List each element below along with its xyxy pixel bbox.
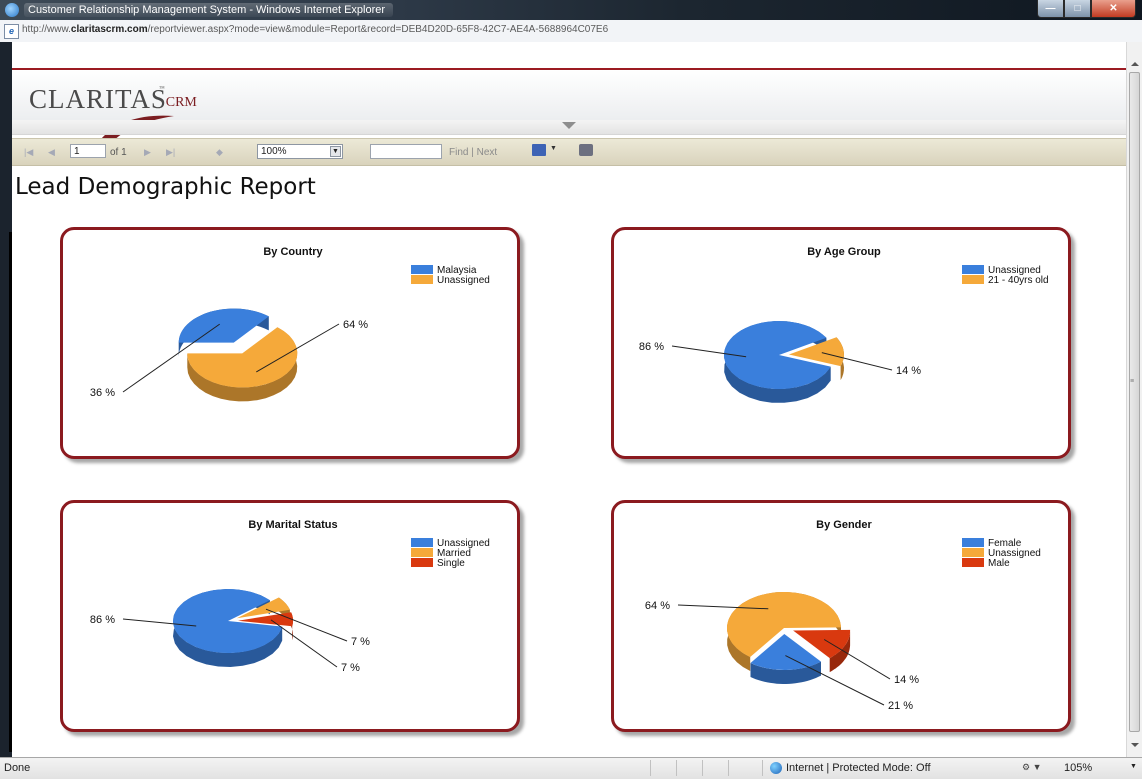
scroll-up-icon[interactable] xyxy=(1131,62,1139,66)
chart-svg-1: By Age GroupUnassigned21 - 40yrs old86 %… xyxy=(639,246,1049,403)
slice-label: 7 % xyxy=(351,636,370,648)
last-page-icon[interactable]: ▶| xyxy=(166,147,175,158)
leader-line xyxy=(270,619,338,668)
status-text: Done xyxy=(4,762,31,774)
legend-swatch xyxy=(962,538,984,547)
logo-tm: ™ xyxy=(158,86,166,92)
chart-title: By Age Group xyxy=(807,246,881,258)
slice-label: 86 % xyxy=(90,614,115,626)
page-content: CLARITAS™CRM |◀ ◀ 1 of 1 ▶ ▶| ◆ 100% ▼ Fi… xyxy=(12,42,1126,757)
close-button[interactable]: ✕ xyxy=(1091,0,1136,18)
slice-label: 86 % xyxy=(639,341,664,353)
protected-mode-icon[interactable]: ⚙ ▼ xyxy=(1022,762,1041,773)
scroll-down-icon[interactable] xyxy=(1131,743,1139,747)
scroll-grip-icon: ≡ xyxy=(1130,378,1135,385)
legend-swatch xyxy=(411,538,433,547)
find-separator: | xyxy=(471,147,474,158)
slice-label: 14 % xyxy=(896,365,921,377)
chart-by-marital-status: By Marital Status Unassigned Married Single… xyxy=(60,500,520,732)
slice-label: 21 % xyxy=(888,700,913,712)
legend-swatch xyxy=(411,558,433,567)
chart-by-gender: By Gender Female Unassigned Male 21 % 64 % 14 … xyxy=(611,500,1071,732)
slice-label: 36 % xyxy=(90,387,115,399)
back-to-parent-icon[interactable]: ◆ xyxy=(216,147,223,158)
slice-label: 64 % xyxy=(645,600,670,612)
chart-svg-2: By Marital StatusUnassignedMarriedSingle… xyxy=(90,519,490,674)
zoom-level-dropdown-icon[interactable]: ▼ xyxy=(1130,763,1137,770)
legend-swatch xyxy=(962,558,984,567)
zoom-dropdown-icon[interactable]: ▼ xyxy=(330,146,341,157)
vertical-scrollbar[interactable]: ≡ xyxy=(1126,42,1142,757)
ie-icon xyxy=(5,3,19,17)
next-page-icon[interactable]: ▶ xyxy=(144,147,151,158)
report-toolbar: |◀ ◀ 1 of 1 ▶ ▶| ◆ 100% ▼ Find | Next ▼ xyxy=(12,138,1126,166)
zoom-select[interactable]: 100% ▼ xyxy=(257,144,343,159)
export-icon[interactable] xyxy=(532,144,546,156)
minimize-button[interactable]: — xyxy=(1037,0,1064,18)
chart-svg-0: By CountryMalaysiaUnassigned36 %64 % xyxy=(90,246,490,402)
status-bar: Done Internet | Protected Mode: Off ⚙ ▼ … xyxy=(0,757,1142,779)
zoom-value: 100% xyxy=(261,146,287,157)
legend-label: Unassigned xyxy=(437,275,490,286)
chart-title: By Marital Status xyxy=(248,519,337,531)
security-zone[interactable]: Internet | Protected Mode: Off xyxy=(786,762,931,774)
next-link[interactable]: Next xyxy=(477,147,498,158)
legend-label: 21 - 40yrs old xyxy=(988,275,1049,286)
url-prefix: http://www. xyxy=(22,24,71,35)
url-domain: claritascrm.com xyxy=(70,24,148,35)
legend-swatch xyxy=(962,548,984,557)
find-input[interactable] xyxy=(370,144,442,159)
maximize-button[interactable]: □ xyxy=(1064,0,1091,18)
chart-title: By Country xyxy=(263,246,323,258)
url-path: /reportviewer.aspx?mode=view&module=Repo… xyxy=(147,24,609,35)
slice-label: 7 % xyxy=(341,662,360,674)
legend-label: Male xyxy=(988,558,1010,569)
window-title: Customer Relationship Management System … xyxy=(24,3,394,17)
legend-swatch xyxy=(411,275,433,284)
logo-band: CLARITAS™CRM xyxy=(12,70,1126,142)
globe-icon xyxy=(770,762,782,774)
url-text[interactable]: http://www.claritascrm.com/reportviewer.… xyxy=(22,24,608,35)
export-dropdown-icon[interactable]: ▼ xyxy=(550,145,557,152)
legend-swatch xyxy=(962,265,984,274)
slice-label: 14 % xyxy=(894,674,919,686)
chart-svg-3: By GenderFemaleUnassignedMale21 %64 %14 … xyxy=(645,519,1041,712)
print-icon[interactable] xyxy=(579,144,593,156)
legend-swatch xyxy=(962,275,984,284)
pie-slice xyxy=(178,308,269,343)
report-title: Lead Demographic Report xyxy=(15,174,316,200)
page-number-input[interactable]: 1 xyxy=(70,144,106,158)
title-bar: Customer Relationship Management System … xyxy=(0,0,1142,20)
legend-label: Single xyxy=(437,558,465,569)
address-bar[interactable]: e http://www.claritascrm.com/reportviewe… xyxy=(0,20,1142,43)
page-count-label: of 1 xyxy=(110,147,127,158)
first-page-icon[interactable]: |◀ xyxy=(24,147,33,158)
zoom-level[interactable]: 105% xyxy=(1064,762,1092,774)
collapse-arrow-icon[interactable] xyxy=(562,122,576,129)
slice-label: 64 % xyxy=(343,319,368,331)
page-icon: e xyxy=(4,24,19,39)
scroll-thumb[interactable] xyxy=(1129,72,1140,732)
find-link[interactable]: Find xyxy=(449,147,468,158)
legend-swatch xyxy=(411,265,433,274)
collapse-bar[interactable] xyxy=(12,120,1126,135)
legend-swatch xyxy=(411,548,433,557)
chart-by-age-group: By Age Group Unassigned 21 - 40yrs old 86 %… xyxy=(611,227,1071,459)
previous-page-icon[interactable]: ◀ xyxy=(48,147,55,158)
logo-crm: CRM xyxy=(165,95,197,110)
chart-by-country: By Country Malaysia Unassigned 36 % 64 % xyxy=(60,227,520,459)
left-edge xyxy=(0,42,12,757)
chart-title: By Gender xyxy=(816,519,872,531)
browser-window: Customer Relationship Management System … xyxy=(0,0,1142,779)
